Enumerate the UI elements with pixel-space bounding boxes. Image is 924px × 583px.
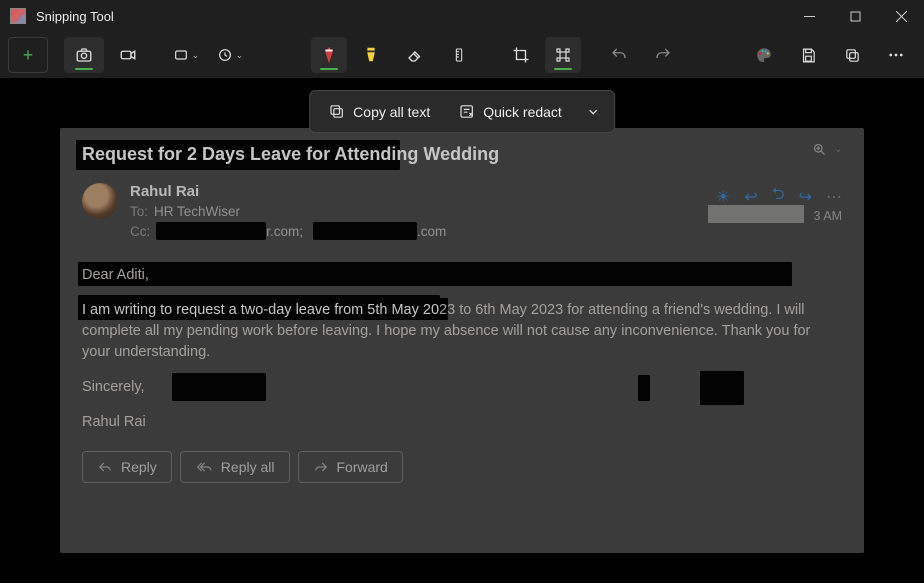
email-header: Rahul Rai To: HR TechWiser Cc: r.com; .c…: [82, 183, 842, 243]
capture-canvas: ⌄ Request for 2 Days Leave for Attending…: [0, 78, 924, 583]
window-controls: [786, 0, 924, 32]
copy-all-text-label: Copy all text: [353, 104, 430, 120]
redact-timestamp: [708, 205, 804, 223]
reply-all-button[interactable]: Reply all: [180, 451, 290, 483]
video-mode-button[interactable]: [108, 37, 148, 73]
cc-label: Cc:: [130, 224, 150, 239]
new-snip-button[interactable]: +: [8, 37, 48, 73]
ruler-tool-button[interactable]: [439, 37, 479, 73]
copy-all-text-button[interactable]: Copy all text: [314, 95, 444, 128]
greeting: Dear Aditi,: [82, 265, 842, 286]
sender-name: Rahul Rai: [130, 183, 446, 200]
app-title: Snipping Tool: [36, 9, 114, 24]
body-paragraph: I am writing to request a two-day leave …: [82, 300, 842, 363]
timestamp: 3 AM: [814, 209, 843, 223]
copy-button[interactable]: [832, 37, 872, 73]
app-icon: [10, 8, 26, 24]
avatar: [82, 183, 118, 219]
email-subject: Request for 2 Days Leave for Attending W…: [82, 144, 842, 165]
reply-bar: Reply Reply all Forward: [82, 451, 842, 483]
camera-mode-button[interactable]: [64, 37, 104, 73]
more-button[interactable]: [876, 37, 916, 73]
message-more-icon: ⋯: [826, 187, 842, 207]
delay-dropdown[interactable]: ⌄: [210, 37, 250, 73]
maximize-button[interactable]: [832, 0, 878, 32]
undo-button[interactable]: [599, 37, 639, 73]
redact-options-dropdown[interactable]: [576, 97, 610, 127]
highlighter-tool-button[interactable]: [351, 37, 391, 73]
forward-button[interactable]: Forward: [298, 451, 403, 483]
signoff: Sincerely,: [82, 377, 842, 398]
cc-frag1: r.com;: [266, 224, 303, 239]
markup-tools: [311, 37, 683, 73]
save-button[interactable]: [788, 37, 828, 73]
cc-frag2: .com: [417, 224, 446, 239]
to-label: To:: [130, 204, 148, 219]
close-button[interactable]: [878, 0, 924, 32]
to-value: HR TechWiser: [154, 204, 240, 219]
color-picker-button[interactable]: [744, 37, 784, 73]
captured-image[interactable]: ⌄ Request for 2 Days Leave for Attending…: [60, 128, 864, 553]
pen-tool-button[interactable]: [311, 37, 347, 73]
titlebar: Snipping Tool: [0, 0, 924, 32]
email-body: Dear Aditi, I am writing to request a tw…: [82, 265, 842, 433]
quick-redact-button[interactable]: Quick redact: [444, 95, 576, 128]
eraser-tool-button[interactable]: [395, 37, 435, 73]
crop-tool-button[interactable]: [501, 37, 541, 73]
quick-redact-label: Quick redact: [483, 104, 562, 120]
text-action-bar: Copy all text Quick redact: [309, 90, 615, 133]
text-actions-button[interactable]: [545, 37, 581, 73]
redo-button[interactable]: [643, 37, 683, 73]
snip-shape-dropdown[interactable]: ⌄: [166, 37, 206, 73]
signature: Rahul Rai: [82, 412, 842, 433]
reply-icon: ↩: [744, 187, 757, 207]
minimize-button[interactable]: [786, 0, 832, 32]
forward-icon: ↪: [799, 187, 812, 207]
light-mode-icon: ☀: [716, 187, 730, 207]
reply-button[interactable]: Reply: [82, 451, 172, 483]
toolbar: + ⌄ ⌄: [0, 32, 924, 78]
